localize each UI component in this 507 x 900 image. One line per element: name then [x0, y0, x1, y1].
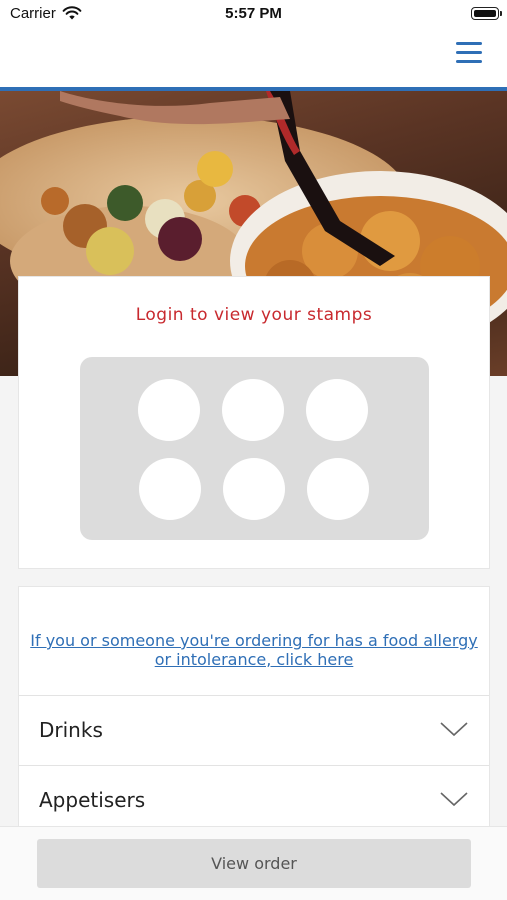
stamp-panel: [80, 357, 429, 540]
allergy-info-link[interactable]: If you or someone you're ordering for ha…: [29, 631, 479, 669]
stamp-login-prompt[interactable]: Login to view your stamps: [19, 305, 489, 325]
chevron-down-icon: [440, 722, 468, 737]
category-row-appetisers[interactable]: Appetisers: [19, 765, 489, 835]
stamp-slot: [139, 458, 201, 520]
stamp-slot: [222, 379, 284, 441]
stamp-slot: [138, 379, 200, 441]
stamp-slot: [223, 458, 285, 520]
category-label: Appetisers: [39, 788, 146, 812]
stamp-slot: [306, 379, 368, 441]
stamp-slot: [307, 458, 369, 520]
battery-icon: [471, 7, 502, 20]
menu-card: If you or someone you're ordering for ha…: [18, 586, 490, 846]
stamp-card: Login to view your stamps: [18, 276, 490, 569]
view-order-button[interactable]: View order: [37, 839, 471, 888]
status-bar: Carrier 5:57 PM: [0, 0, 507, 30]
hamburger-menu-icon[interactable]: [456, 40, 482, 64]
clock: 5:57 PM: [225, 5, 282, 22]
bottom-bar: View order: [0, 826, 507, 900]
category-label: Drinks: [39, 718, 103, 742]
category-row-drinks[interactable]: Drinks: [19, 695, 489, 765]
nav-bar: [0, 30, 507, 87]
chevron-down-icon: [440, 792, 468, 807]
